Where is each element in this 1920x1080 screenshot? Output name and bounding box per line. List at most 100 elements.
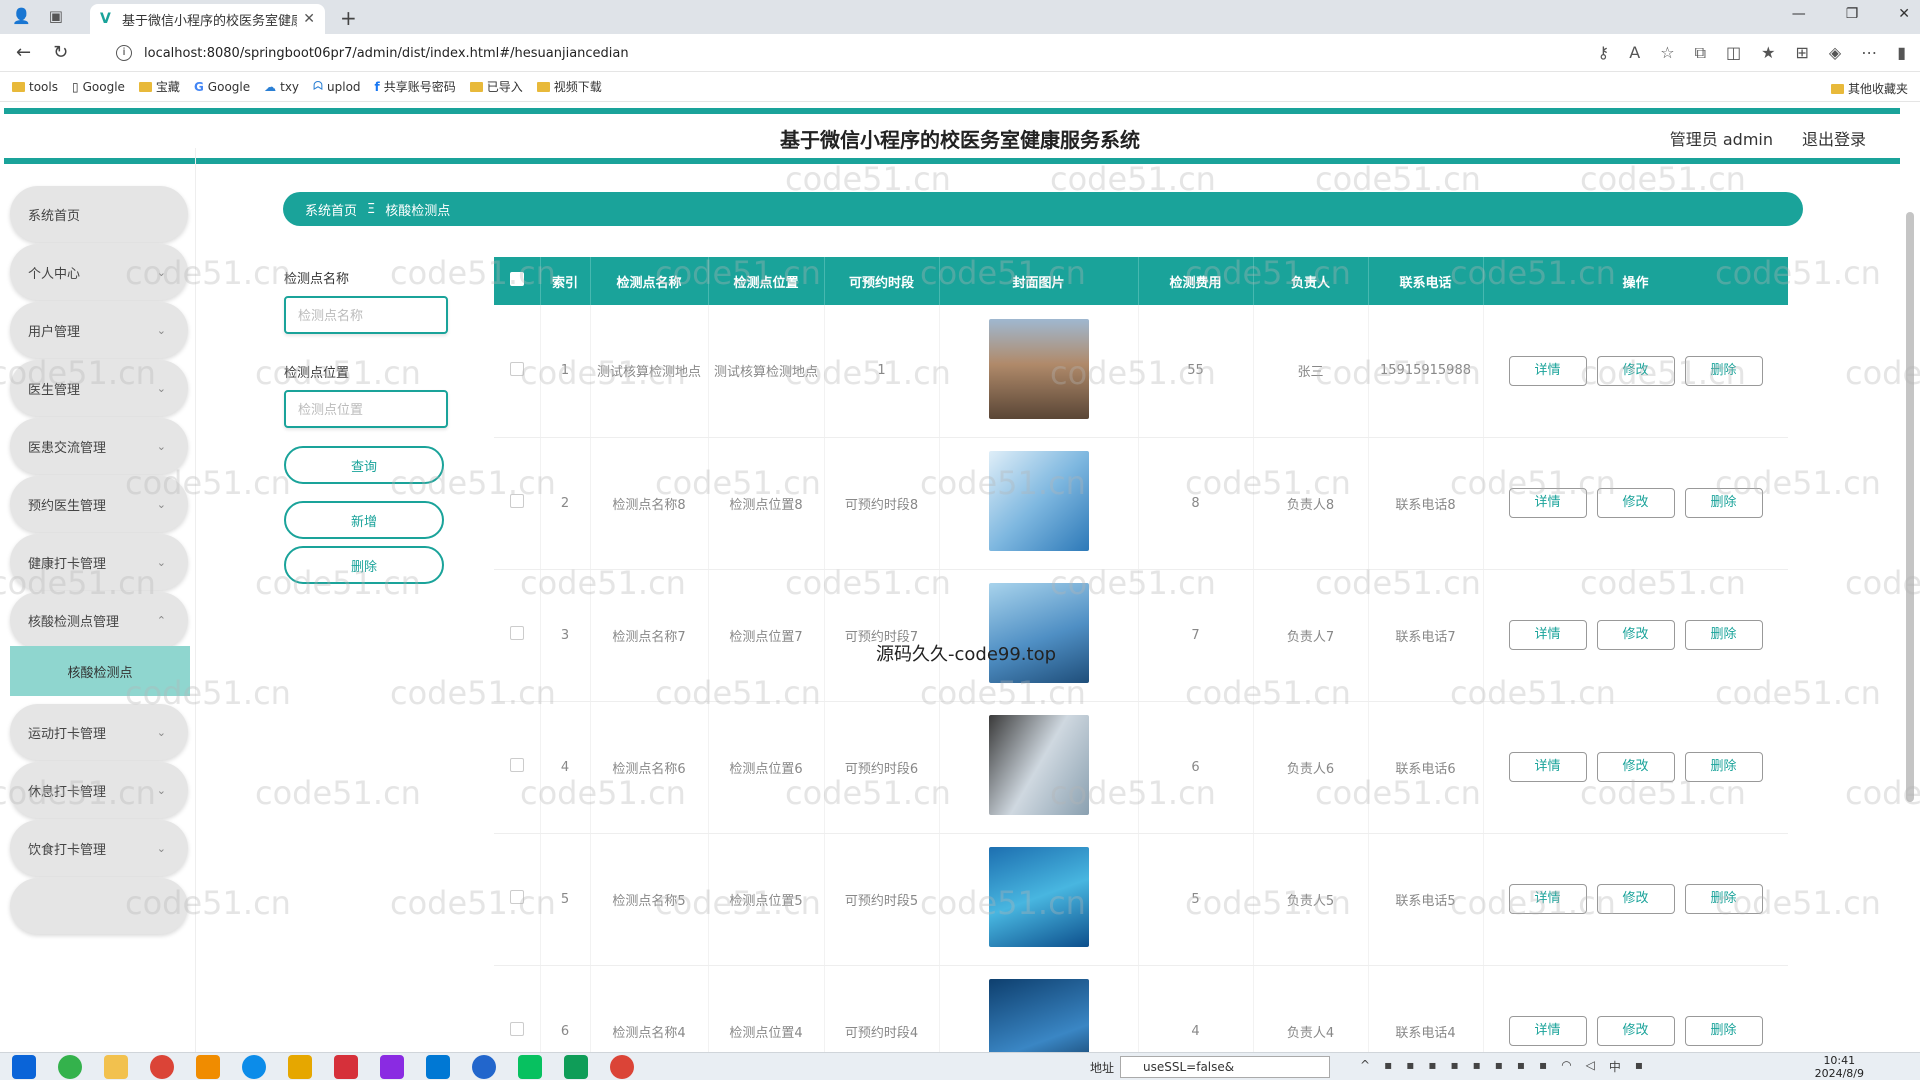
sidebar-item-home[interactable]: 系统首页 (10, 186, 188, 242)
key-icon[interactable]: ⚷ (1598, 43, 1610, 63)
wps-icon[interactable] (334, 1055, 358, 1079)
query-button[interactable]: 查询 (284, 446, 444, 484)
sidebar-item-exercise-checkin[interactable]: 运动打卡管理 ⌄ (10, 704, 188, 760)
row-checkbox[interactable] (509, 626, 524, 640)
extensions-icon[interactable]: ⧉ (1695, 43, 1706, 63)
active-tab[interactable]: V 基于微信小程序的校医务室健康服 ✕ (90, 4, 325, 34)
edit-button[interactable]: 修改 (1596, 620, 1675, 650)
row-checkbox[interactable] (509, 758, 524, 772)
app-green-icon[interactable] (58, 1055, 82, 1079)
detail-button[interactable]: 详情 (1508, 752, 1587, 782)
collections-icon[interactable]: ⊞ (1795, 43, 1808, 63)
tray-app-icon[interactable]: ▪ (1450, 1058, 1458, 1075)
sidebar-item-health-checkin[interactable]: 健康打卡管理 ⌄ (10, 534, 188, 590)
location-search-input[interactable] (284, 390, 448, 428)
tray-app-icon[interactable]: ▪ (1428, 1058, 1436, 1075)
bookmark-google[interactable]: G Google (194, 80, 250, 94)
tray-app-icon[interactable]: ▪ (1495, 1058, 1503, 1075)
refresh-icon[interactable]: ↻ (53, 42, 68, 63)
info-icon[interactable]: i (116, 45, 132, 61)
tray-app-icon[interactable]: ▪ (1539, 1058, 1547, 1075)
tray-app-icon[interactable]: ▪ (1517, 1058, 1525, 1075)
sidebar-toggle-icon[interactable]: ▮ (1897, 43, 1906, 63)
sidebar-subitem-testing-point[interactable]: 核酸检测点 (10, 646, 190, 696)
bookmark-video-download[interactable]: 视频下载 (536, 78, 602, 95)
sidebar-item-appointment-management[interactable]: 预约医生管理 ⌄ (10, 476, 188, 532)
add-button[interactable]: 新增 (284, 501, 444, 539)
row-checkbox[interactable] (509, 494, 524, 508)
wifi-icon[interactable]: ◠ (1561, 1058, 1571, 1075)
wechat-icon[interactable] (518, 1055, 542, 1079)
tray-app-icon[interactable]: ▪ (1635, 1058, 1643, 1075)
intellij-icon[interactable] (380, 1055, 404, 1079)
more-icon[interactable]: ⋯ (1861, 43, 1877, 63)
edit-button[interactable]: 修改 (1596, 884, 1675, 914)
split-screen-icon[interactable]: ◫ (1726, 43, 1741, 63)
sidebar-item-doctor-management[interactable]: 医生管理 ⌄ (10, 360, 188, 416)
delete-button[interactable]: 删除 (1684, 620, 1763, 650)
vscode-icon[interactable] (472, 1055, 496, 1079)
tab-actions-icon[interactable]: ▣ (49, 7, 63, 25)
bookmark-uplod[interactable]: ᗣ uplod (313, 79, 360, 94)
row-checkbox[interactable] (509, 1022, 524, 1036)
sidebar-item-personal-center[interactable]: 个人中心 ⌄ (10, 244, 188, 300)
row-checkbox[interactable] (509, 361, 524, 376)
detail-button[interactable]: 详情 (1508, 488, 1587, 518)
bookmark-tools[interactable]: tools (12, 80, 58, 94)
app-yellow-icon[interactable] (288, 1055, 312, 1079)
detail-button[interactable]: 详情 (1508, 620, 1587, 650)
tray-app-icon[interactable]: ▪ (1473, 1058, 1481, 1075)
chrome-icon[interactable] (150, 1055, 174, 1079)
sidebar-item-more[interactable] (10, 878, 188, 934)
sublime-icon[interactable] (196, 1055, 220, 1079)
breadcrumb-home[interactable]: 系统首页 (305, 200, 357, 219)
close-window-icon[interactable]: ✕ (1898, 6, 1910, 22)
tray-app-icon[interactable]: ▪ (1384, 1058, 1392, 1075)
favorite-star-icon[interactable]: ☆ (1660, 43, 1674, 63)
minimize-icon[interactable]: — (1792, 6, 1806, 22)
sidebar-item-rest-checkin[interactable]: 休息打卡管理 ⌄ (10, 762, 188, 818)
sidebar-item-testing-point-management[interactable]: 核酸检测点管理 ⌃ (10, 592, 188, 648)
tray-expand-icon[interactable]: ^ (1360, 1058, 1370, 1075)
name-search-input[interactable] (284, 296, 448, 334)
bookmark-treasure[interactable]: 宝藏 (138, 78, 180, 95)
delete-button[interactable]: 删除 (1684, 355, 1763, 386)
tray-app-icon[interactable]: ▪ (1406, 1058, 1414, 1075)
url-field[interactable]: i localhost:8080/springboot06pr7/admin/d… (116, 40, 1496, 66)
hbuilder-icon[interactable] (564, 1055, 588, 1079)
chrome-icon[interactable] (610, 1055, 634, 1079)
read-aloud-icon[interactable]: A (1629, 43, 1640, 63)
bookmark-google-page[interactable]: ▯ Google (72, 80, 125, 94)
edit-button[interactable]: 修改 (1596, 355, 1675, 386)
ime-indicator[interactable]: 中 (1609, 1058, 1621, 1075)
select-all-checkbox[interactable] (509, 272, 524, 286)
sidebar-item-communication-management[interactable]: 医患交流管理 ⌄ (10, 418, 188, 474)
windows-start-icon[interactable] (12, 1055, 36, 1079)
row-checkbox[interactable] (509, 890, 524, 904)
detail-button[interactable]: 详情 (1508, 1016, 1587, 1046)
bookmark-other-favorites[interactable]: 其他收藏夹 (1830, 80, 1908, 97)
delete-button[interactable]: 删除 (1684, 752, 1763, 782)
page-scrollbar[interactable] (1906, 212, 1914, 802)
profile-icon[interactable]: 👤 (12, 7, 31, 25)
edit-button[interactable]: 修改 (1596, 1016, 1675, 1046)
sidebar-item-diet-checkin[interactable]: 饮食打卡管理 ⌄ (10, 820, 188, 876)
sidebar-item-user-management[interactable]: 用户管理 ⌄ (10, 302, 188, 358)
edge-icon[interactable] (242, 1055, 266, 1079)
bookmark-txy[interactable]: ☁ txy (264, 80, 299, 94)
new-tab-icon[interactable]: + (340, 6, 357, 30)
close-tab-icon[interactable]: ✕ (303, 11, 315, 27)
taskbar-address-input[interactable]: useSSL=false& (1120, 1056, 1330, 1078)
bookmark-imported[interactable]: 已导入 (469, 78, 523, 95)
favorites-icon[interactable]: ★ (1761, 43, 1775, 63)
app-blue-icon[interactable] (426, 1055, 450, 1079)
restore-icon[interactable]: ❐ (1846, 6, 1859, 22)
volume-icon[interactable]: ◁ (1586, 1058, 1595, 1075)
detail-button[interactable]: 详情 (1508, 355, 1587, 386)
edit-button[interactable]: 修改 (1596, 752, 1675, 782)
bookmark-shared-accounts[interactable]: f 共享账号密码 (375, 78, 456, 95)
delete-button[interactable]: 删除 (1684, 488, 1763, 518)
detail-button[interactable]: 详情 (1508, 884, 1587, 914)
delete-button[interactable]: 删除 (1684, 1016, 1763, 1046)
back-icon[interactable]: ← (16, 42, 31, 63)
